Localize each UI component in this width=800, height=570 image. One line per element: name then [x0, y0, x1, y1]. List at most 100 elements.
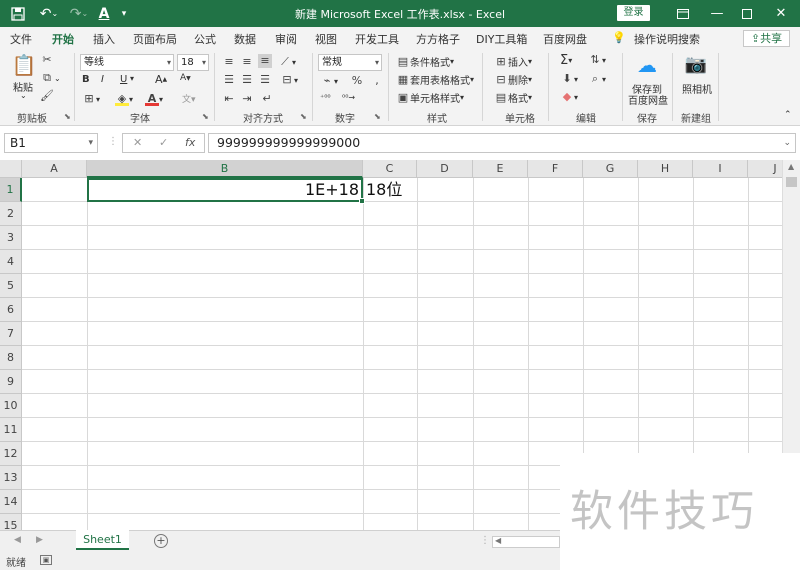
- column-header-d[interactable]: D: [417, 160, 473, 178]
- add-sheet-icon[interactable]: +: [154, 534, 168, 548]
- phonetic-icon[interactable]: 文▾: [182, 92, 196, 105]
- tab-developer[interactable]: 开发工具: [355, 31, 399, 47]
- row-header-11[interactable]: 11: [0, 418, 22, 442]
- paste-icon[interactable]: 📋: [10, 53, 38, 77]
- row-header-9[interactable]: 9: [0, 370, 22, 394]
- row-header-5[interactable]: 5: [0, 274, 22, 298]
- italic-button[interactable]: I: [101, 74, 104, 85]
- border-icon[interactable]: ⊞ ▾: [82, 92, 100, 106]
- ribbon-display-icon[interactable]: [666, 0, 700, 27]
- comma-icon[interactable]: ,: [370, 74, 384, 88]
- expand-formula-icon[interactable]: ⌄: [783, 134, 791, 152]
- tab-split-icon[interactable]: ⋮: [480, 535, 490, 546]
- sheet-tab-sheet1[interactable]: Sheet1: [76, 530, 129, 550]
- cell-styles-button[interactable]: ▣ 单元格样式 ▾: [396, 90, 464, 106]
- customize-icon[interactable]: ▾: [118, 3, 130, 24]
- font-launcher-icon[interactable]: ⬊: [202, 113, 210, 121]
- column-header-f[interactable]: F: [528, 160, 583, 178]
- row-header-3[interactable]: 3: [0, 226, 22, 250]
- row-header-7[interactable]: 7: [0, 322, 22, 346]
- align-middle-icon[interactable]: ≡: [240, 55, 254, 69]
- increase-font-icon[interactable]: A ▲: [155, 73, 167, 86]
- share-button[interactable]: ⇪共享: [743, 30, 790, 47]
- row-header-12[interactable]: 12: [0, 442, 22, 466]
- sort-filter-icon[interactable]: ⇅ ▾: [588, 53, 606, 67]
- column-header-i[interactable]: I: [693, 160, 748, 178]
- collapse-ribbon-icon[interactable]: ⌃: [784, 110, 792, 120]
- row-header-10[interactable]: 10: [0, 394, 22, 418]
- alignment-launcher-icon[interactable]: ⬊: [300, 113, 308, 121]
- formula-input[interactable]: 999999999999999000 ⌄: [208, 133, 796, 153]
- cut-icon[interactable]: ✂: [40, 53, 54, 67]
- currency-icon[interactable]: ⌁ ▾: [320, 74, 338, 88]
- wrap-text-icon[interactable]: ↵: [260, 92, 274, 106]
- clear-icon[interactable]: ◆ ▾: [560, 90, 578, 104]
- orientation-icon[interactable]: ⟋ ▾: [278, 55, 296, 69]
- bold-button[interactable]: B: [82, 74, 90, 85]
- save-to-baidu-line2[interactable]: 百度网盘: [628, 92, 668, 107]
- cell-c1[interactable]: 18位: [366, 178, 426, 202]
- tab-insert[interactable]: 插入: [93, 31, 115, 47]
- font-color-icon[interactable]: A ▾: [145, 92, 163, 106]
- number-launcher-icon[interactable]: ⬊: [374, 113, 382, 121]
- fill-color-icon[interactable]: ◈ ▾: [115, 92, 133, 106]
- baidu-cloud-icon[interactable]: ☁: [634, 53, 660, 77]
- decrease-font-icon[interactable]: A ▼: [180, 73, 191, 83]
- scroll-left-icon[interactable]: ◀: [495, 536, 501, 545]
- column-header-e[interactable]: E: [473, 160, 528, 178]
- tab-fangfang[interactable]: 方方格子: [416, 31, 460, 47]
- row-header-4[interactable]: 4: [0, 250, 22, 274]
- scroll-thumb[interactable]: [786, 177, 797, 187]
- insert-cells-button[interactable]: ⊞ 插入 ▾: [494, 54, 532, 70]
- macro-record-icon[interactable]: ▣: [40, 555, 52, 565]
- decrease-indent-icon[interactable]: ⇤: [222, 92, 236, 106]
- tab-view[interactable]: 视图: [315, 31, 337, 47]
- underline-dropdown-icon[interactable]: ▾: [130, 74, 134, 83]
- paste-dropdown-icon[interactable]: ⌄: [20, 91, 27, 100]
- column-header-b[interactable]: B: [87, 160, 363, 178]
- table-format-button[interactable]: ▦ 套用表格格式 ▾: [396, 72, 474, 88]
- camera-button[interactable]: 照相机: [682, 81, 712, 96]
- font-family-select[interactable]: 等线 ▾: [80, 54, 174, 71]
- resize-dots-icon[interactable]: ⋮: [108, 136, 118, 147]
- underline-button[interactable]: U: [120, 74, 127, 85]
- format-painter-icon[interactable]: 🖌: [40, 89, 54, 103]
- tab-page-layout[interactable]: 页面布局: [133, 31, 177, 47]
- autosum-icon[interactable]: Σ ▾: [560, 53, 572, 68]
- save-icon[interactable]: [8, 3, 28, 24]
- tab-review[interactable]: 审阅: [275, 31, 297, 47]
- row-header-1[interactable]: 1: [0, 178, 22, 202]
- fill-icon[interactable]: ⬇ ▾: [560, 72, 578, 86]
- clipboard-launcher-icon[interactable]: ⬊: [64, 113, 72, 121]
- minimize-icon[interactable]: —: [700, 0, 734, 27]
- maximize-icon[interactable]: [730, 0, 764, 27]
- redo-icon[interactable]: ↷ ⌄: [66, 3, 92, 24]
- tab-diy-toolbox[interactable]: DIY工具箱: [476, 31, 527, 47]
- horizontal-scrollbar[interactable]: ◀: [492, 536, 560, 548]
- tab-baidu-netdisk[interactable]: 百度网盘: [543, 31, 587, 47]
- tab-home[interactable]: 开始: [52, 31, 74, 51]
- prev-sheet-icon[interactable]: ◀: [14, 535, 21, 545]
- row-header-8[interactable]: 8: [0, 346, 22, 370]
- decrease-decimal-icon[interactable]: ⁰⁰→: [342, 93, 355, 102]
- cancel-icon[interactable]: ✕: [133, 136, 142, 149]
- tab-file[interactable]: 文件: [10, 31, 32, 47]
- percent-icon[interactable]: %: [350, 74, 364, 88]
- row-header-6[interactable]: 6: [0, 298, 22, 322]
- column-header-h[interactable]: H: [638, 160, 693, 178]
- column-header-c[interactable]: C: [363, 160, 417, 178]
- fill-handle[interactable]: [359, 198, 365, 204]
- copy-icon[interactable]: ⧉ ⌄: [40, 71, 61, 85]
- undo-icon[interactable]: ↶ ⌄: [36, 3, 62, 24]
- merge-center-icon[interactable]: ⊟ ▾: [280, 73, 298, 87]
- row-header-14[interactable]: 14: [0, 490, 22, 514]
- camera-icon[interactable]: 📷: [684, 54, 708, 75]
- insert-function-icon[interactable]: fx: [185, 136, 195, 149]
- number-format-select[interactable]: 常规 ▾: [318, 54, 382, 71]
- row-header-15[interactable]: 15: [0, 514, 22, 530]
- tab-data[interactable]: 数据: [234, 31, 256, 47]
- row-header-2[interactable]: 2: [0, 202, 22, 226]
- align-bottom-icon[interactable]: ≡: [258, 54, 272, 68]
- login-button[interactable]: 登录: [617, 5, 650, 21]
- scroll-up-icon[interactable]: ▲: [788, 162, 794, 171]
